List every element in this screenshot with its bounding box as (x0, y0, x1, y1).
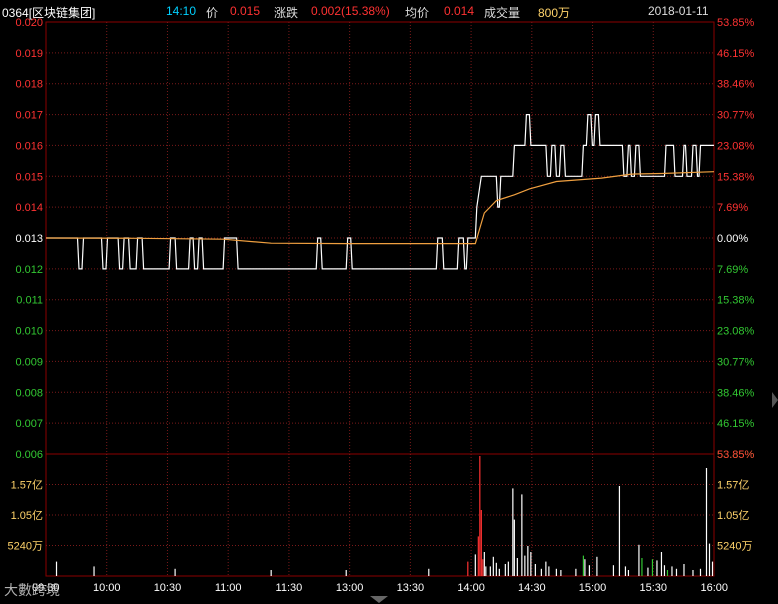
intraday-chart[interactable]: 0.0200.0190.0180.0170.0160.0150.0140.013… (0, 0, 778, 604)
time-tick-label: 10:00 (93, 582, 121, 594)
percent-tick-label: 15.38% (717, 171, 755, 183)
time-tick-label: 14:30 (518, 582, 546, 594)
change-value: 0.002(15.38%) (311, 4, 390, 18)
percent-tick-label: 15.38% (717, 295, 755, 307)
percent-tick-label: 30.77% (717, 356, 755, 368)
volume-tick-label-right: 1.57亿 (717, 479, 749, 492)
quote-header: 0364[区块链集团] 14:10 价 0.015 涨跌 0.002(15.38… (0, 0, 778, 22)
price-tick-label: 0.006 (15, 449, 43, 461)
volume-tick-label-right: 5240万 (717, 541, 752, 553)
quote-time: 14:10 (166, 4, 197, 18)
price-axis: 0.0200.0190.0180.0170.0160.0150.0140.013… (15, 17, 43, 461)
price-tick-label: 0.016 (15, 140, 43, 152)
price-tick-label: 0.010 (15, 326, 43, 338)
scroll-right-arrow-icon[interactable] (772, 392, 778, 408)
percent-tick-label: 38.46% (717, 387, 755, 399)
time-tick-label: 10:30 (154, 582, 182, 594)
time-tick-label: 15:00 (579, 582, 607, 594)
watermark: 大數跨境 (4, 583, 60, 599)
percent-tick-label: 0.00% (717, 233, 748, 245)
percent-tick-label: 30.77% (717, 110, 755, 122)
volume-tick-label-left: 1.05亿 (11, 509, 43, 522)
volume-tick-label-right: 1.05亿 (717, 509, 749, 522)
time-tick-label: 16:00 (700, 582, 728, 594)
time-tick-label: 15:30 (640, 582, 668, 594)
price-tick-label: 0.011 (16, 295, 43, 307)
time-tick-label: 11:30 (276, 582, 303, 594)
price-tick-label: 0.009 (15, 356, 43, 368)
price-tick-label: 0.007 (15, 418, 43, 430)
percent-tick-label: 46.15% (717, 418, 755, 430)
time-tick-label: 13:00 (336, 582, 364, 594)
change-label: 涨跌 (274, 6, 299, 20)
percent-tick-label: 7.69% (717, 264, 748, 276)
volume-tick-label-left: 5240万 (8, 541, 43, 553)
price-tick-label: 0.015 (15, 171, 43, 183)
scroll-down-arrow-icon[interactable] (370, 596, 388, 603)
percent-tick-label: 23.08% (717, 140, 755, 152)
price-tick-label: 0.013 (15, 233, 43, 245)
price-tick-label: 0.018 (15, 79, 43, 91)
avg-price-value: 0.014 (444, 4, 475, 18)
stock-code-name: 0364[区块链集团] (2, 6, 96, 20)
price-tick-label: 0.019 (15, 48, 43, 60)
percent-tick-label: 53.85% (717, 449, 755, 461)
percent-tick-label: 23.08% (717, 326, 755, 338)
price-tick-label: 0.012 (15, 264, 43, 276)
time-tick-label: 11:00 (215, 582, 242, 594)
price-tick-label: 0.008 (15, 387, 43, 399)
price-value: 0.015 (230, 4, 261, 18)
price-label: 价 (206, 6, 219, 20)
percent-tick-label: 7.69% (717, 202, 748, 214)
price-tick-label: 0.014 (15, 202, 43, 214)
quote-date: 2018-01-11 (648, 4, 709, 18)
percent-tick-label: 46.15% (717, 48, 755, 60)
volume-value: 800万 (538, 6, 571, 20)
price-tick-label: 0.017 (15, 110, 43, 122)
percent-tick-label: 38.46% (717, 79, 755, 91)
volume-tick-label-left: 1.57亿 (11, 479, 43, 492)
avg-price-label: 均价 (405, 6, 430, 20)
time-tick-label: 14:00 (457, 582, 485, 594)
time-tick-label: 13:30 (397, 582, 425, 594)
volume-label: 成交量 (484, 6, 521, 20)
